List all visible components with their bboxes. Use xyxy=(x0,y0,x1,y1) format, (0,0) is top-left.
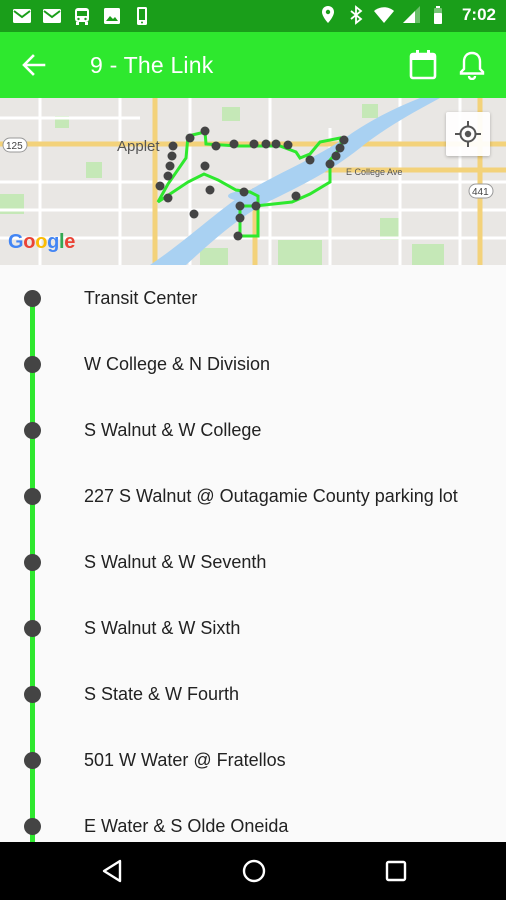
stop-item[interactable]: S Walnut & W College xyxy=(0,397,506,463)
stop-name: S Walnut & W Seventh xyxy=(84,552,267,572)
phone-icon xyxy=(137,7,147,25)
wifi-icon xyxy=(373,7,394,23)
stop-dot xyxy=(24,620,41,637)
stop-item[interactable]: S Walnut & W Seventh xyxy=(0,529,506,595)
stop-item[interactable]: W College & N Division xyxy=(0,331,506,397)
back-triangle-icon[interactable] xyxy=(98,857,126,885)
stop-name: E Water & S Olde Oneida xyxy=(84,816,289,836)
mail-icon xyxy=(43,9,61,23)
stop-dot xyxy=(24,290,41,307)
stop-name: W College & N Division xyxy=(84,354,271,374)
stop-dot xyxy=(24,752,41,769)
stop-item[interactable]: 501 W Water @ Fratellos xyxy=(0,727,506,793)
notification-icons xyxy=(12,6,152,26)
stop-item[interactable]: 227 S Walnut @ Outagamie County parking … xyxy=(0,463,506,529)
recents-square-icon[interactable] xyxy=(382,857,410,885)
map-city-label: Applet xyxy=(117,138,160,155)
park-area xyxy=(222,107,240,121)
route-shield-441-label: 441 xyxy=(472,187,489,198)
home-circle-icon[interactable] xyxy=(240,857,268,885)
arrow-left-icon[interactable] xyxy=(20,51,48,79)
navigation-bar xyxy=(0,842,506,900)
battery-icon xyxy=(433,6,442,24)
park-area xyxy=(362,104,378,118)
route-shield-125-label: 125 xyxy=(6,141,23,152)
calendar-icon[interactable] xyxy=(408,49,438,81)
park-area xyxy=(278,240,322,265)
stop-dot xyxy=(24,356,41,373)
stop-name: Transit Center xyxy=(84,288,198,308)
park-area xyxy=(200,248,228,265)
route-map[interactable]: Applet E College Ave 125 441 Google xyxy=(0,98,506,265)
stop-name: 501 W Water @ Fratellos xyxy=(84,750,286,770)
stop-dot xyxy=(24,422,41,439)
stop-dot xyxy=(24,488,41,505)
stop-dot xyxy=(24,554,41,571)
stop-list: Transit Center W College & N Division S … xyxy=(0,265,506,842)
stop-name: S Walnut & W Sixth xyxy=(84,618,241,638)
bus-icon xyxy=(75,8,89,25)
google-logo: Google xyxy=(8,231,76,253)
status-bar: 7:02 xyxy=(0,0,506,32)
stop-item[interactable]: E Water & S Olde Oneida xyxy=(0,793,506,842)
system-icons: 7:02 xyxy=(318,5,496,25)
stop-item[interactable]: S Walnut & W Sixth xyxy=(0,595,506,661)
park-area xyxy=(86,162,102,178)
status-time: 7:02 xyxy=(461,5,496,24)
stop-item[interactable]: S State & W Fourth xyxy=(0,661,506,727)
stop-name: 227 S Walnut @ Outagamie County parking … xyxy=(84,486,458,506)
mail-icon xyxy=(13,9,31,23)
bell-icon[interactable] xyxy=(458,50,486,80)
stop-dot xyxy=(24,686,41,703)
my-location-button[interactable] xyxy=(446,112,490,156)
map-canvas[interactable]: Applet E College Ave 125 441 xyxy=(0,98,506,265)
image-icon xyxy=(104,8,120,24)
bluetooth-icon xyxy=(350,5,363,25)
stop-dot xyxy=(24,818,41,835)
signal-icon xyxy=(402,6,420,23)
stop-item[interactable]: Transit Center xyxy=(0,265,506,331)
stop-name: S State & W Fourth xyxy=(84,684,240,704)
page-title: 9 - The Link xyxy=(90,52,214,78)
park-area xyxy=(412,244,444,265)
toolbar: 9 - The Link xyxy=(0,32,506,98)
location-icon xyxy=(321,6,334,23)
crosshair-icon xyxy=(455,121,481,147)
stop-name: S Walnut & W College xyxy=(84,420,262,440)
map-street-label: E College Ave xyxy=(346,167,402,177)
